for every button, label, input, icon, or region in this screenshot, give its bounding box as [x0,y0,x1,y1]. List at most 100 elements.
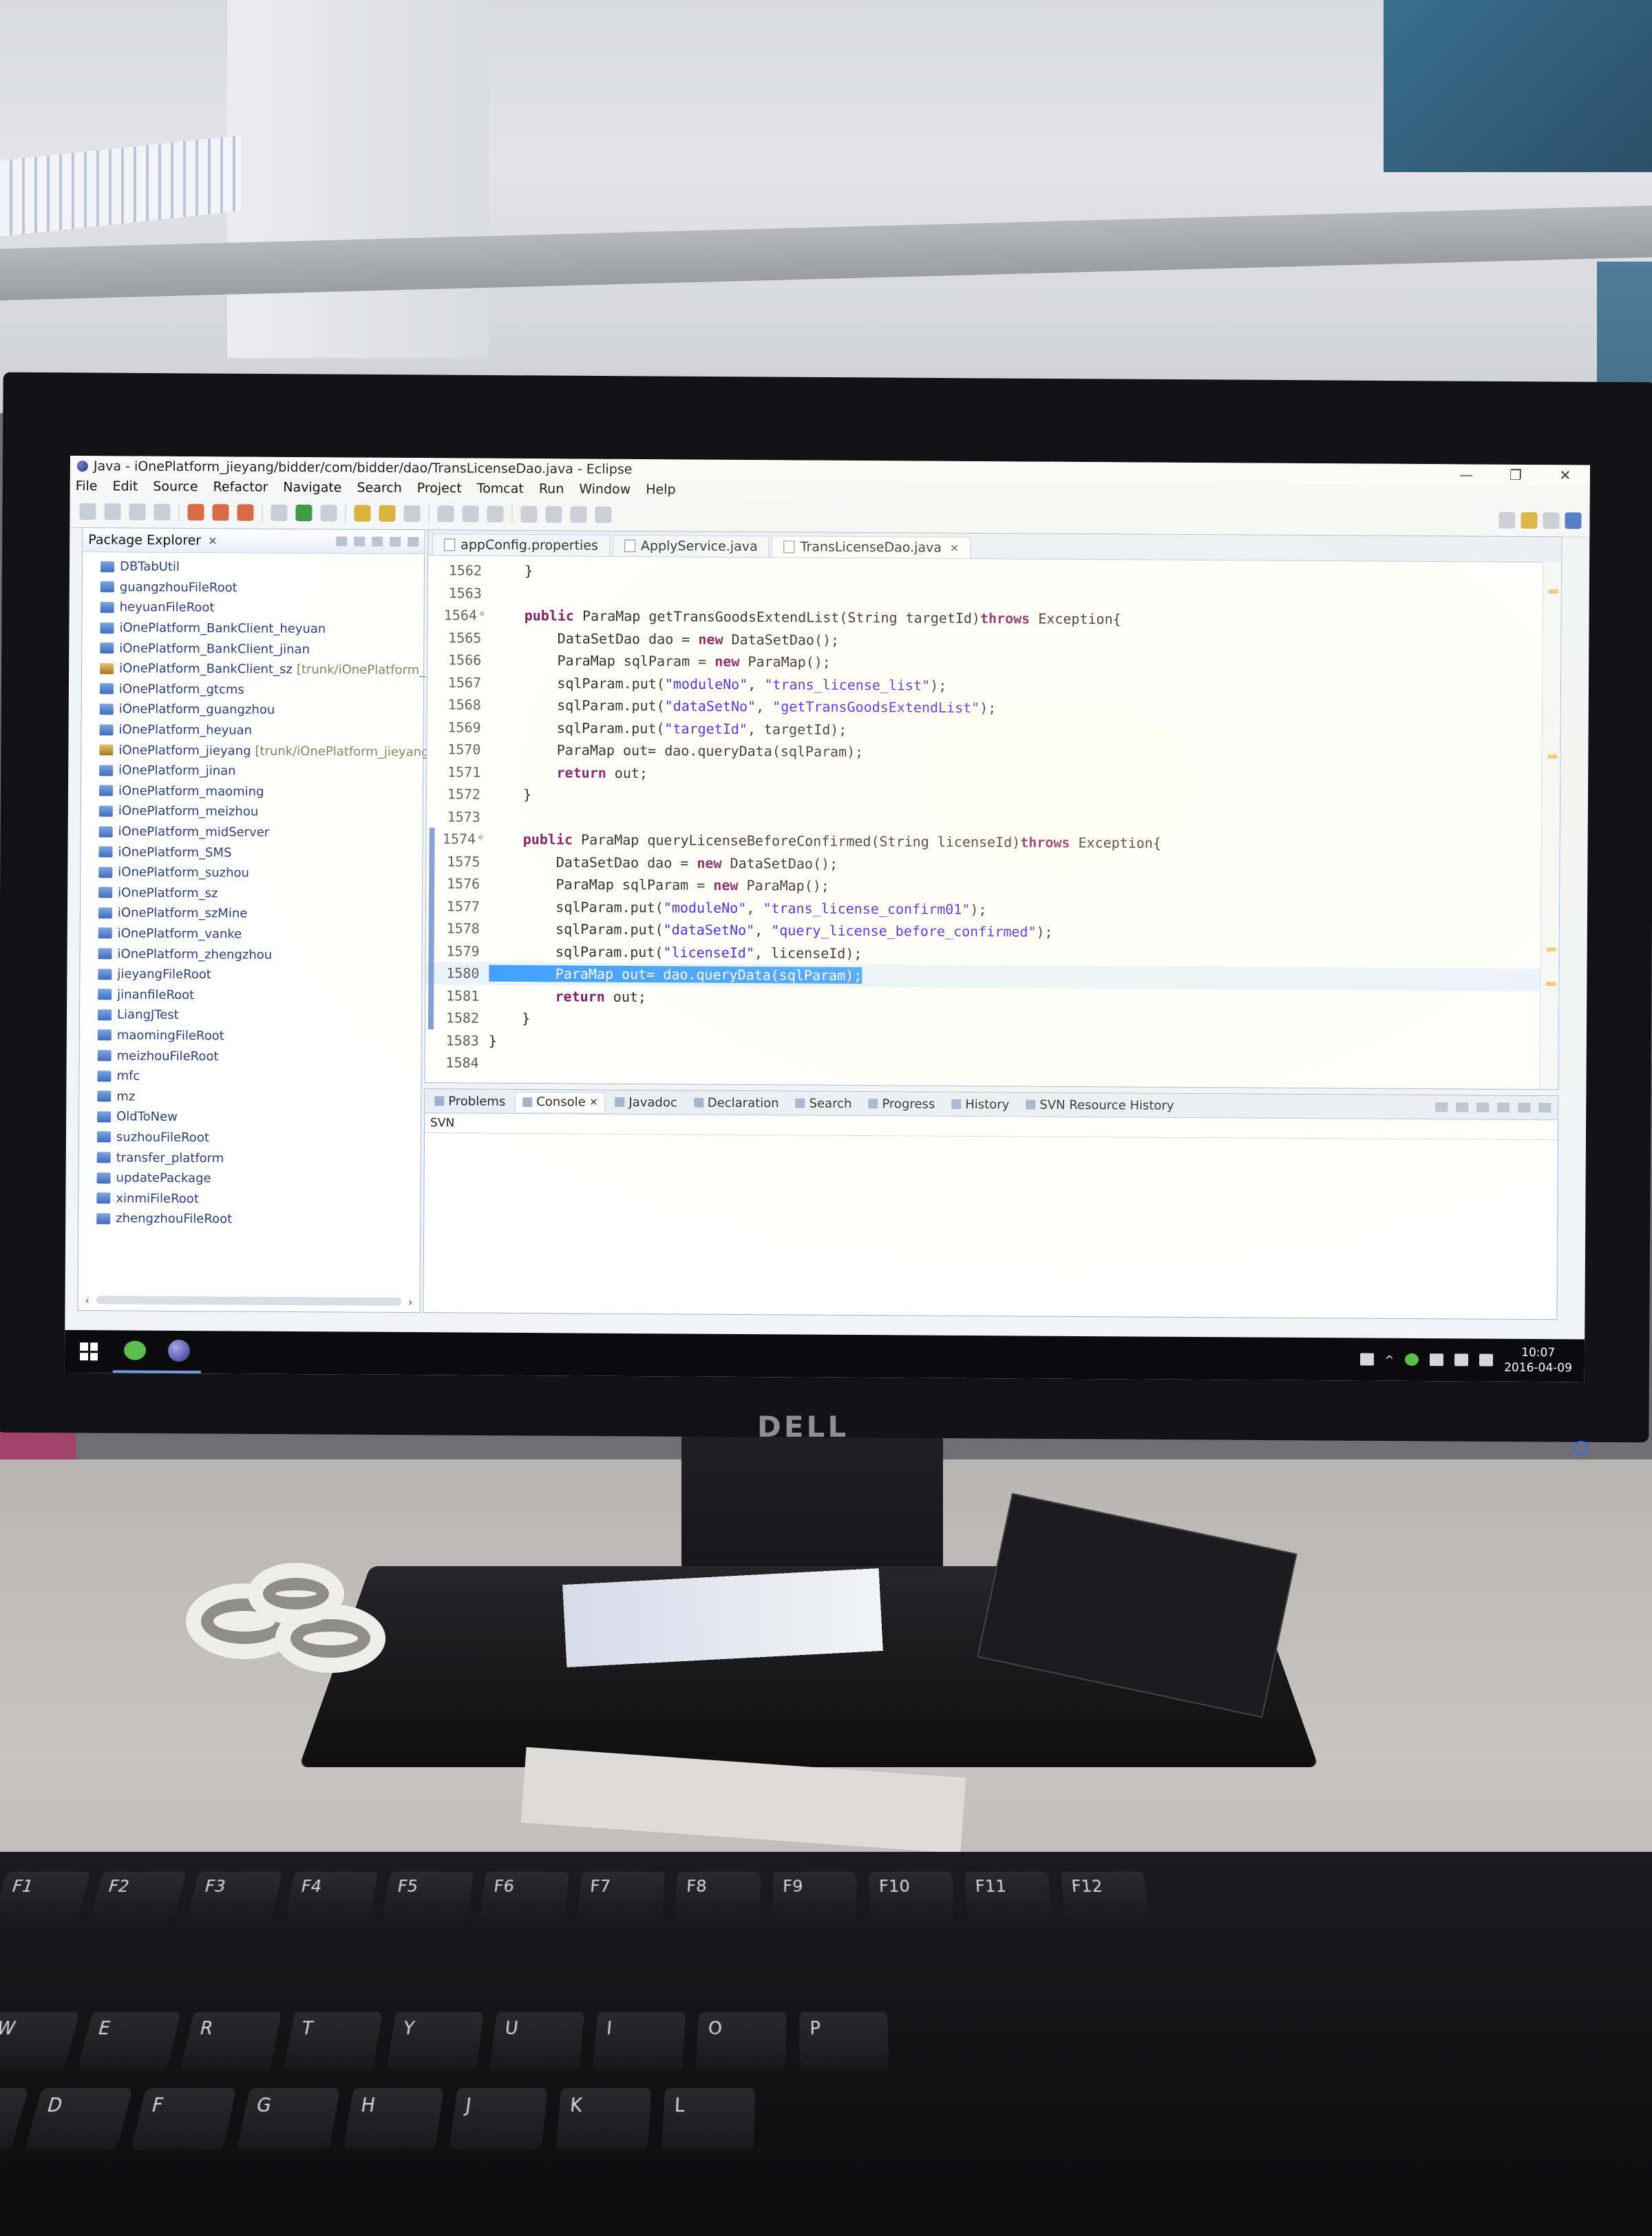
tree-item-project[interactable]: iOnePlatform_BankClient_jinan [82,637,423,660]
code-area[interactable]: 1562 } 1563 1564 public ParaMap getTransGo… [425,555,1543,1089]
bottom-tab-javadoc[interactable]: Javadoc [608,1093,684,1112]
tree-item-project[interactable]: iOnePlatform_jinan [81,760,423,783]
save-all-icon[interactable] [129,503,146,520]
tree-item-project[interactable]: iOnePlatform_vanke [81,923,422,946]
tree-item-project[interactable]: updatePackage [79,1168,421,1190]
menu-source[interactable]: Source [153,479,198,494]
overview-marker[interactable] [1547,755,1558,759]
tomcat-restart-icon[interactable] [237,504,254,521]
open-perspective-icon[interactable] [1499,511,1516,529]
menu-navigate[interactable]: Navigate [283,480,341,496]
menu-search[interactable]: Search [357,481,401,496]
tree-item-project[interactable]: maomingFileRoot [80,1025,421,1048]
close-button[interactable]: ✕ [1540,467,1590,483]
tree-item-project[interactable]: iOnePlatform_gtcms [82,679,423,702]
menu-window[interactable]: Window [579,482,631,497]
java-perspective-icon[interactable] [1565,512,1582,529]
minimize-view-icon[interactable] [1518,1102,1531,1112]
run-icon[interactable] [295,505,313,522]
bottom-tab-history[interactable]: History [944,1095,1016,1115]
maximize-view-icon[interactable] [1538,1103,1552,1113]
tomcat-stop-icon[interactable] [212,504,229,521]
collapse-all-icon[interactable] [336,536,348,547]
tree-item-project[interactable]: iOnePlatform_suzhou [81,862,422,885]
java-ee-perspective-icon[interactable] [1521,511,1538,529]
clear-console-icon[interactable] [1435,1102,1448,1112]
overview-marker[interactable] [1546,947,1556,952]
tree-item-project[interactable]: suzhouFileRoot [79,1127,421,1150]
start-button[interactable] [65,1342,113,1361]
tree-item-project[interactable]: iOnePlatform_SMS [81,841,422,864]
network-icon[interactable] [1430,1353,1444,1367]
volume-icon[interactable] [1454,1353,1469,1367]
minimize-button[interactable]: — [1441,466,1491,483]
maximize-view-icon[interactable] [407,536,419,547]
tree-item-project[interactable]: iOnePlatform_midServer [81,821,423,844]
tree-item-project[interactable]: jinanfileRoot [80,984,421,1007]
tree-item-project[interactable]: iOnePlatform_guangzhou [82,699,423,721]
editor-tab[interactable]: TransLicenseDao.java ✕ [772,536,971,558]
vertical-scrollbar[interactable] [1539,562,1562,1090]
power-button[interactable] [1574,1441,1589,1456]
menu-refactor[interactable]: Refactor [213,479,268,494]
close-icon[interactable]: ✕ [950,541,960,554]
overview-marker[interactable] [1546,982,1556,987]
taskbar-wechat[interactable] [112,1330,158,1373]
menu-file[interactable]: File [76,478,98,494]
link-with-editor-icon[interactable] [354,536,366,547]
tree-item-project[interactable]: iOnePlatform_maoming [81,781,423,803]
search-icon[interactable] [462,505,479,523]
tree-item-project[interactable]: heyuanFileRoot [83,597,424,620]
display-console-icon[interactable] [1497,1102,1510,1112]
editor-tab[interactable]: ApplyService.java [612,534,770,558]
next-annotation-icon[interactable] [520,505,538,523]
tree-item-project[interactable]: iOnePlatform_szMine [81,903,422,925]
new-java-project-icon[interactable] [354,505,371,522]
scroll-left-icon[interactable]: ‹ [85,1294,89,1307]
tree-item-project[interactable]: iOnePlatform_meizhou [81,801,423,823]
scroll-track[interactable] [96,1296,402,1306]
editor-tab[interactable]: appConfig.properties [432,534,611,556]
minimize-view-icon[interactable] [390,536,401,547]
taskbar-clock[interactable]: 10:07 2016-04-09 [1504,1345,1572,1376]
tree-item-project[interactable]: iOnePlatform_jieyang [trunk/iOnePlatform_… [81,739,430,762]
tree-item-project[interactable]: LiangJTest [80,1004,421,1027]
tree-item-project[interactable]: mz [79,1086,421,1109]
close-icon[interactable]: ✕ [590,1097,598,1108]
input-method-icon[interactable] [1359,1353,1374,1366]
open-type-icon[interactable] [437,505,454,523]
restore-button[interactable]: ❐ [1491,467,1540,483]
new-package-icon[interactable] [379,505,396,522]
taskbar-eclipse[interactable] [156,1330,202,1374]
tree-item-project[interactable]: xinmiFileRoot [78,1188,420,1211]
overview-marker[interactable] [1548,589,1558,594]
external-tools-icon[interactable] [320,505,337,522]
tree-item-project[interactable]: OldToNew [79,1106,421,1129]
bottom-tab-progress[interactable]: Progress [861,1094,942,1114]
print-icon[interactable] [153,503,171,520]
horizontal-scrollbar[interactable]: ‹ › [78,1292,419,1309]
scroll-lock-icon[interactable] [1456,1102,1469,1112]
tree-item-project[interactable]: iOnePlatform_sz [81,883,422,905]
bottom-tab-console[interactable]: Console ✕ [515,1091,606,1112]
tree-item-project[interactable]: DBTabUtil [83,556,424,579]
bottom-tab-declaration[interactable]: Declaration [687,1093,786,1112]
menu-help[interactable]: Help [646,482,675,497]
view-menu-icon[interactable] [372,536,383,547]
tree-item-project[interactable]: guangzhouFileRoot [83,577,424,600]
wechat-tray-icon[interactable] [1405,1353,1419,1366]
bottom-tab-svn-resource-history[interactable]: SVN Resource History [1019,1095,1180,1115]
forward-icon[interactable] [595,506,612,523]
new-class-icon[interactable] [403,505,421,523]
tree-item-project[interactable]: meizhouFileRoot [80,1045,421,1068]
menu-run[interactable]: Run [539,481,564,496]
pin-console-icon[interactable] [1476,1102,1490,1112]
package-explorer-tab[interactable]: Package Explorer ✕ [83,528,425,555]
new-icon[interactable] [79,503,96,520]
tree-item-project[interactable]: iOnePlatform_BankClient_sz [trunk/iOnePla… [82,658,425,681]
menu-project[interactable]: Project [417,481,462,496]
debug-icon[interactable] [271,504,288,521]
close-icon[interactable]: ✕ [208,534,218,547]
tree-item-project[interactable]: transfer_platform [79,1147,421,1170]
tree-item-project[interactable]: zhengzhouFileRoot [78,1208,420,1231]
